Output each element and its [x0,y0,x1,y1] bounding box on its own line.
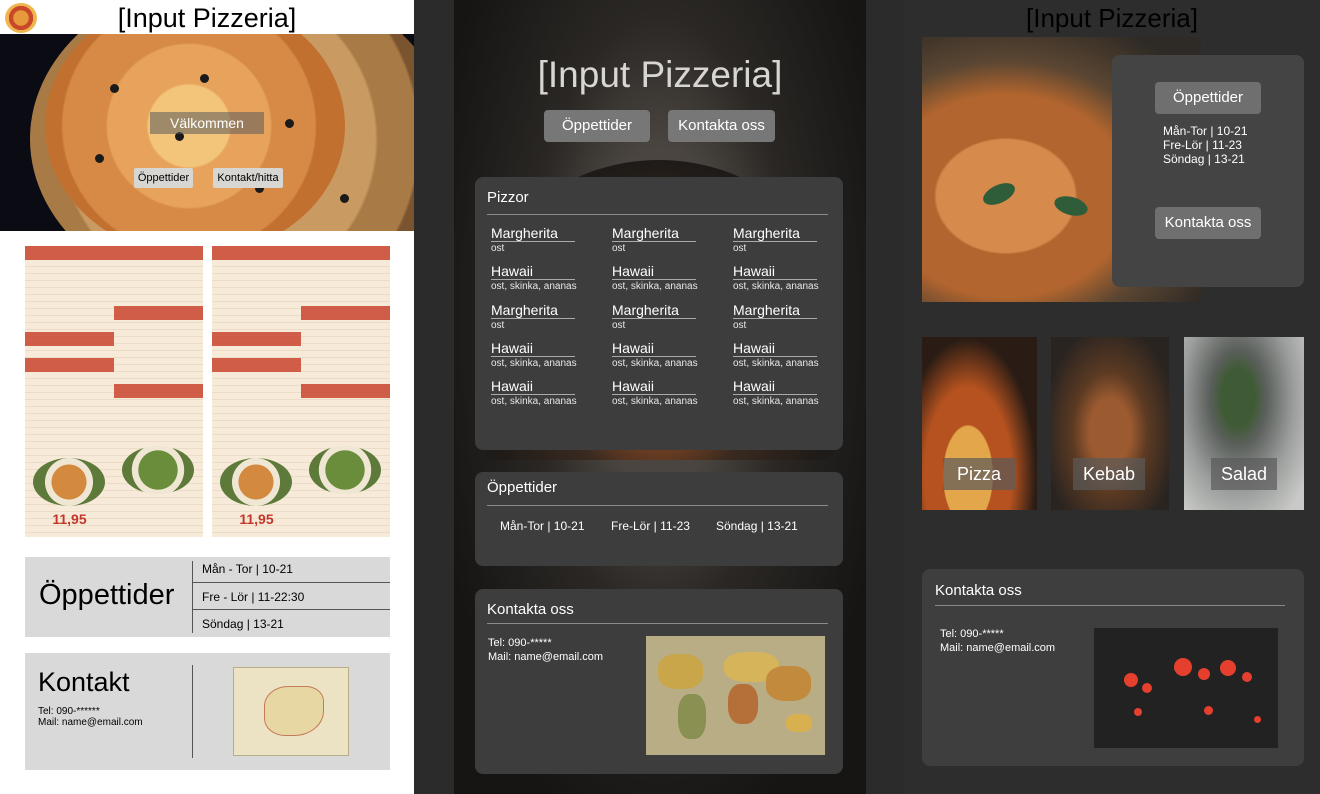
menu-item[interactable]: Hawaii ost, skinka, ananas [612,378,722,408]
email-text: Mail: name@email.com [38,717,143,728]
email-text: Mail: name@email.com [940,642,1056,654]
mobile-design-light: [Input Pizzeria] Välkommen Öppettider Ko… [0,0,414,794]
contact-button[interactable]: Kontakta oss [668,110,775,142]
hours-line: Söndag | 13-21 [1163,152,1245,166]
page-title: [Input Pizzeria] [537,54,783,95]
email-text: Mail: name@email.com [488,651,604,663]
hours-line: Fre - Lör | 11-22:30 [202,590,305,604]
menu-image [114,246,203,537]
menu-item[interactable]: Hawaii ost, skinka, ananas [491,378,601,408]
contact-heading: Kontakta oss [935,582,1022,599]
hours-line: Fre-Lör | 11-23 [1163,138,1242,152]
olive [285,119,294,128]
hours-card: Öppettider Mån-Tor | 10-21 Fre-Lör | 11-… [1112,55,1304,287]
gutter [414,0,454,794]
phone-text: Tel: 090-****** [38,706,100,717]
hours-line: Fre-Lör | 11-23 [611,519,690,533]
pizzor-heading: Pizzor [487,189,529,206]
category-label: Pizza [943,458,1015,490]
hours-button[interactable]: Öppettider [544,110,650,142]
hours-heading: Öppettider [487,479,558,496]
hours-button[interactable]: Öppettider [134,168,193,188]
menu-item[interactable]: Hawaii ost, skinka, ananas [612,263,722,293]
category-salad[interactable]: Salad [1184,337,1304,510]
hours-line: Mån-Tor | 10-21 [1163,124,1248,138]
category-label: Kebab [1073,458,1145,490]
hours-heading: Öppettider [39,579,175,611]
menu-item[interactable]: Margherita ost [491,225,601,255]
menu-image: 11,95 [212,246,301,537]
hours-section: Öppettider Mån - Tor | 10-21 Fre - Lör |… [25,557,390,637]
menu-item[interactable]: Margherita ost [733,225,843,255]
hours-line: Mån - Tor | 10-21 [202,562,293,576]
menu-image [301,246,390,537]
hours-line: Söndag | 13-21 [716,519,798,533]
hours-line: Mån-Tor | 10-21 [500,519,585,533]
menu-item[interactable]: Hawaii ost, skinka, ananas [612,340,722,370]
pizzor-card: Pizzor Margherita ost Margherita ost Margh… [475,177,843,450]
olive [95,154,104,163]
menu-item[interactable]: Hawaii ost, skinka, ananas [491,263,601,293]
olive [340,194,349,203]
menu-item[interactable]: Margherita ost [491,302,601,332]
menu-image: 11,95 [25,246,114,537]
menu-item[interactable]: Hawaii ost, skinka, ananas [491,340,601,370]
page-title: [Input Pizzeria] [117,3,297,33]
gutter [866,0,904,794]
menu-item[interactable]: Hawaii ost, skinka, ananas [733,263,843,293]
category-label: Salad [1211,458,1277,490]
contact-button[interactable]: Kontakt/hitta [213,168,283,188]
olive [200,74,209,83]
menu-price: 11,95 [239,511,274,527]
contact-button[interactable]: Kontakta oss [1155,207,1261,239]
phone-text: Tel: 090-***** [940,628,1004,640]
hours-line: Söndag | 13-21 [202,617,284,631]
page-title: [Input Pizzeria] [1026,3,1198,33]
contact-heading: Kontakta oss [487,601,574,618]
menu-item[interactable]: Margherita ost [612,225,722,255]
mobile-design-dark: [Input Pizzeria] Öppettider Kontakta oss… [454,0,866,794]
world-map-image [646,636,825,755]
category-pizza[interactable]: Pizza [922,337,1037,510]
menu-item[interactable]: Hawaii ost, skinka, ananas [733,378,843,408]
desktop-design-dark: [Input Pizzeria] Öppettider Mån-Tor | 10… [904,0,1320,794]
phone-text: Tel: 090-***** [488,637,552,649]
hours-button[interactable]: Öppettider [1155,82,1261,114]
welcome-banner: Välkommen [150,112,264,134]
menu-price: 11,95 [52,511,87,527]
europe-map-image [233,667,349,756]
olive [110,84,119,93]
menu-item[interactable]: Hawaii ost, skinka, ananas [733,340,843,370]
world-map-image [1094,628,1278,748]
menu-item[interactable]: Margherita ost [733,302,843,332]
contact-heading: Kontakt [38,667,130,697]
hours-card: Öppettider Mån-Tor | 10-21 Fre-Lör | 11-… [475,472,843,566]
category-kebab[interactable]: Kebab [1051,337,1169,510]
menu-item[interactable]: Margherita ost [612,302,722,332]
